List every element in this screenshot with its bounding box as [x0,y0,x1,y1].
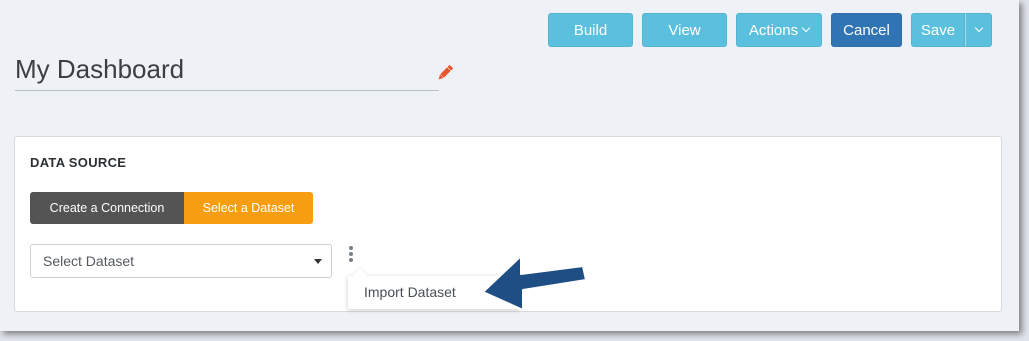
dashboard-title: My Dashboard [15,54,185,84]
actions-button-label: Actions [748,21,799,39]
save-options-button[interactable] [965,13,992,47]
create-connection-label: Create a Connection [49,201,165,215]
select-dataset-label: Select a Dataset [202,201,295,215]
vertical-ellipsis-icon[interactable] [347,246,355,266]
view-button[interactable]: View [642,13,727,47]
app-window: Build View Actions Cancel Save My Dashbo… [0,0,1019,331]
create-connection-button[interactable]: Create a Connection [30,192,184,224]
chevron-down-icon [974,23,983,33]
cancel-button-label: Cancel [843,21,890,39]
annotation-arrow [482,255,587,311]
dropdown-caret-icon [314,259,322,264]
save-button-group: Save [911,13,992,47]
build-button[interactable]: Build [548,13,633,47]
dataset-select-value: Select Dataset [43,253,135,269]
save-button[interactable]: Save [911,13,965,47]
select-dataset-button[interactable]: Select a Dataset [184,192,313,224]
chevron-down-icon [801,23,811,33]
import-dataset-menu-item[interactable]: Import Dataset [364,284,456,300]
view-button-label: View [668,21,701,39]
toolbar: Build View Actions Cancel Save [548,13,992,47]
dataset-select[interactable]: Select Dataset [30,244,332,278]
panel-heading: DATA SOURCE [30,155,127,170]
build-button-label: Build [573,21,608,39]
actions-dropdown-button[interactable]: Actions [736,13,822,47]
save-button-label: Save [920,21,956,39]
cancel-button[interactable]: Cancel [831,13,902,47]
dashboard-title-field[interactable]: My Dashboard [15,52,439,91]
source-mode-toggle: Create a Connection Select a Dataset [30,192,313,224]
pencil-icon[interactable] [435,63,455,83]
